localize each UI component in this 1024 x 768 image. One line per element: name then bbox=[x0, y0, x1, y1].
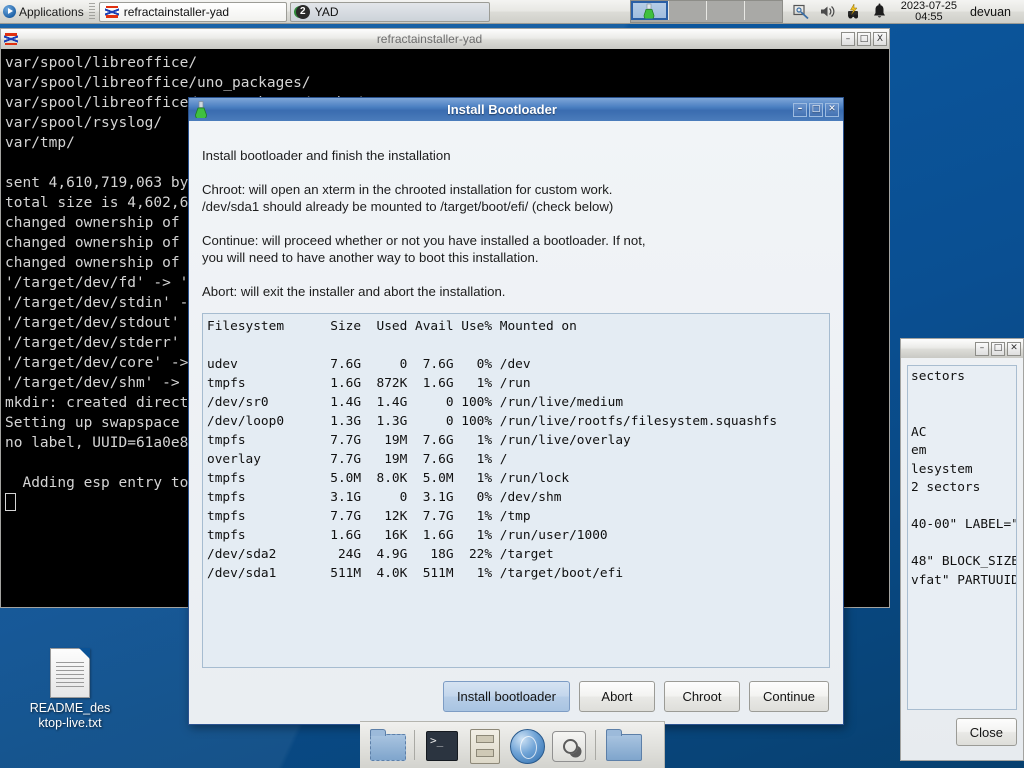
dialog-titlebar[interactable]: Install Bootloader – □ ✕ bbox=[188, 97, 844, 121]
launcher-separator bbox=[414, 730, 415, 760]
yad-flask-icon bbox=[643, 3, 655, 18]
workspace-3[interactable] bbox=[707, 1, 745, 20]
disk-info-text[interactable]: sectors AC em lesystem 2 sectors 40-00" … bbox=[907, 365, 1017, 710]
xterm-icon bbox=[104, 5, 119, 19]
maximize-icon[interactable]: □ bbox=[857, 32, 871, 46]
disk-info-window[interactable]: – □ ✕ sectors AC em lesystem 2 sectors 4… bbox=[900, 338, 1024, 762]
workspace-pager[interactable] bbox=[629, 0, 783, 23]
info-window-footer: Close bbox=[907, 710, 1017, 754]
screenshot-icon[interactable] bbox=[793, 3, 810, 20]
dialog-window-controls[interactable]: – □ ✕ bbox=[793, 102, 839, 117]
notification-bell-icon[interactable] bbox=[871, 3, 888, 20]
taskbar-button-2[interactable]: 2 YAD bbox=[289, 1, 490, 22]
clock-time: 04:55 bbox=[915, 10, 943, 23]
yad-flask-icon bbox=[195, 101, 207, 118]
window-task-list: refractainstaller-yad 2 YAD bbox=[98, 1, 490, 22]
terminal-icon[interactable]: >_ bbox=[423, 726, 461, 764]
top-panel: Applications refractainstaller-yad 2 YAD bbox=[0, 0, 1024, 24]
close-button[interactable]: Close bbox=[955, 718, 1017, 746]
workspace-4[interactable] bbox=[745, 1, 782, 20]
dialog-body: Install bootloader and finish the instal… bbox=[188, 121, 844, 725]
taskbar-button-1[interactable]: refractainstaller-yad bbox=[98, 1, 287, 22]
install-bootloader-dialog[interactable]: Install Bootloader – □ ✕ Install bootloa… bbox=[188, 97, 844, 725]
file-cabinet-icon[interactable] bbox=[465, 726, 503, 764]
filesystem-table-rows: udev 7.6G 0 7.6G 0% /dev tmpfs 1.6G 872K… bbox=[207, 357, 778, 581]
info-window-controls[interactable]: – □ ✕ bbox=[975, 341, 1021, 356]
info-titlebar[interactable]: – □ ✕ bbox=[900, 338, 1024, 358]
dialog-description: Install bootloader and finish the instal… bbox=[189, 121, 843, 300]
maximize-icon[interactable]: □ bbox=[809, 102, 823, 117]
dialog-paragraph-3: Abort: will exit the installer and abort… bbox=[202, 283, 506, 299]
system-tray: 2023-07-25 04:55 devuan bbox=[783, 0, 1024, 23]
taskbar-button-label: YAD bbox=[314, 4, 339, 19]
dialog-title: Install Bootloader bbox=[447, 102, 557, 117]
desktop-icon-readme[interactable]: README_des ktop-live.txt bbox=[22, 648, 118, 731]
web-browser-icon[interactable] bbox=[507, 726, 545, 764]
install-bootloader-button[interactable]: Install bootloader bbox=[442, 680, 570, 712]
applications-menu-label: Applications bbox=[19, 4, 84, 19]
workspace-pager-box bbox=[629, 0, 783, 23]
launcher-bar: >_ bbox=[360, 721, 665, 768]
launcher-separator bbox=[595, 730, 596, 760]
filesystem-table-header: Filesystem Size Used Avail Use% Mounted … bbox=[207, 319, 577, 334]
continue-button[interactable]: Continue bbox=[748, 680, 829, 712]
desktop-icon-label-line1: README_des bbox=[29, 701, 111, 715]
minimize-icon[interactable]: – bbox=[793, 102, 807, 117]
volume-icon[interactable] bbox=[819, 3, 836, 20]
workspace-2[interactable] bbox=[669, 1, 707, 20]
xterm-window-controls[interactable]: – □ X bbox=[841, 32, 887, 46]
dialog-paragraph-0: Install bootloader and finish the instal… bbox=[202, 148, 451, 163]
xterm-title: refractainstaller-yad bbox=[376, 32, 483, 46]
chroot-button[interactable]: Chroot bbox=[663, 680, 740, 712]
abort-button[interactable]: Abort bbox=[578, 680, 655, 712]
info-window-body: sectors AC em lesystem 2 sectors 40-00" … bbox=[900, 358, 1024, 761]
taskbar-button-label: refractainstaller-yad bbox=[123, 4, 230, 19]
show-desktop-icon[interactable] bbox=[368, 726, 406, 764]
file-manager-icon[interactable] bbox=[604, 726, 642, 764]
clock[interactable]: 2023-07-25 04:55 bbox=[897, 0, 961, 23]
close-icon[interactable]: X bbox=[873, 32, 887, 46]
text-file-icon bbox=[50, 648, 90, 698]
dialog-paragraph-1: Chroot: will open an xterm in the chroot… bbox=[202, 181, 614, 215]
desktop-icon-label-line2: ktop-live.txt bbox=[38, 716, 102, 730]
search-icon[interactable] bbox=[549, 726, 587, 764]
applications-menu-icon bbox=[3, 5, 16, 18]
xterm-icon bbox=[4, 32, 18, 46]
clock-date: 2023-07-25 bbox=[900, 0, 957, 12]
workspace-1[interactable] bbox=[630, 1, 669, 20]
panel-grip[interactable] bbox=[88, 2, 95, 21]
minimize-icon[interactable]: – bbox=[841, 32, 855, 46]
minimize-icon[interactable]: – bbox=[975, 341, 989, 356]
yad-badge-icon: 2 bbox=[295, 4, 310, 19]
power-icon[interactable] bbox=[845, 3, 862, 20]
dialog-paragraph-2: Continue: will proceed whether or not yo… bbox=[202, 232, 646, 266]
dialog-action-buttons: Install bootloader Abort Chroot Continue bbox=[189, 668, 843, 724]
xterm-titlebar[interactable]: refractainstaller-yad – □ X bbox=[0, 28, 890, 49]
terminal-cursor bbox=[5, 493, 16, 511]
applications-menu[interactable]: Applications bbox=[0, 1, 88, 23]
filesystem-table[interactable]: Filesystem Size Used Avail Use% Mounted … bbox=[202, 313, 830, 668]
user-label[interactable]: devuan bbox=[970, 5, 1018, 19]
terminal-glyph: >_ bbox=[426, 731, 458, 761]
desktop-icon-label: README_des ktop-live.txt bbox=[30, 701, 111, 731]
close-icon[interactable]: ✕ bbox=[825, 102, 839, 117]
close-icon[interactable]: ✕ bbox=[1007, 341, 1021, 356]
maximize-icon[interactable]: □ bbox=[991, 341, 1005, 356]
